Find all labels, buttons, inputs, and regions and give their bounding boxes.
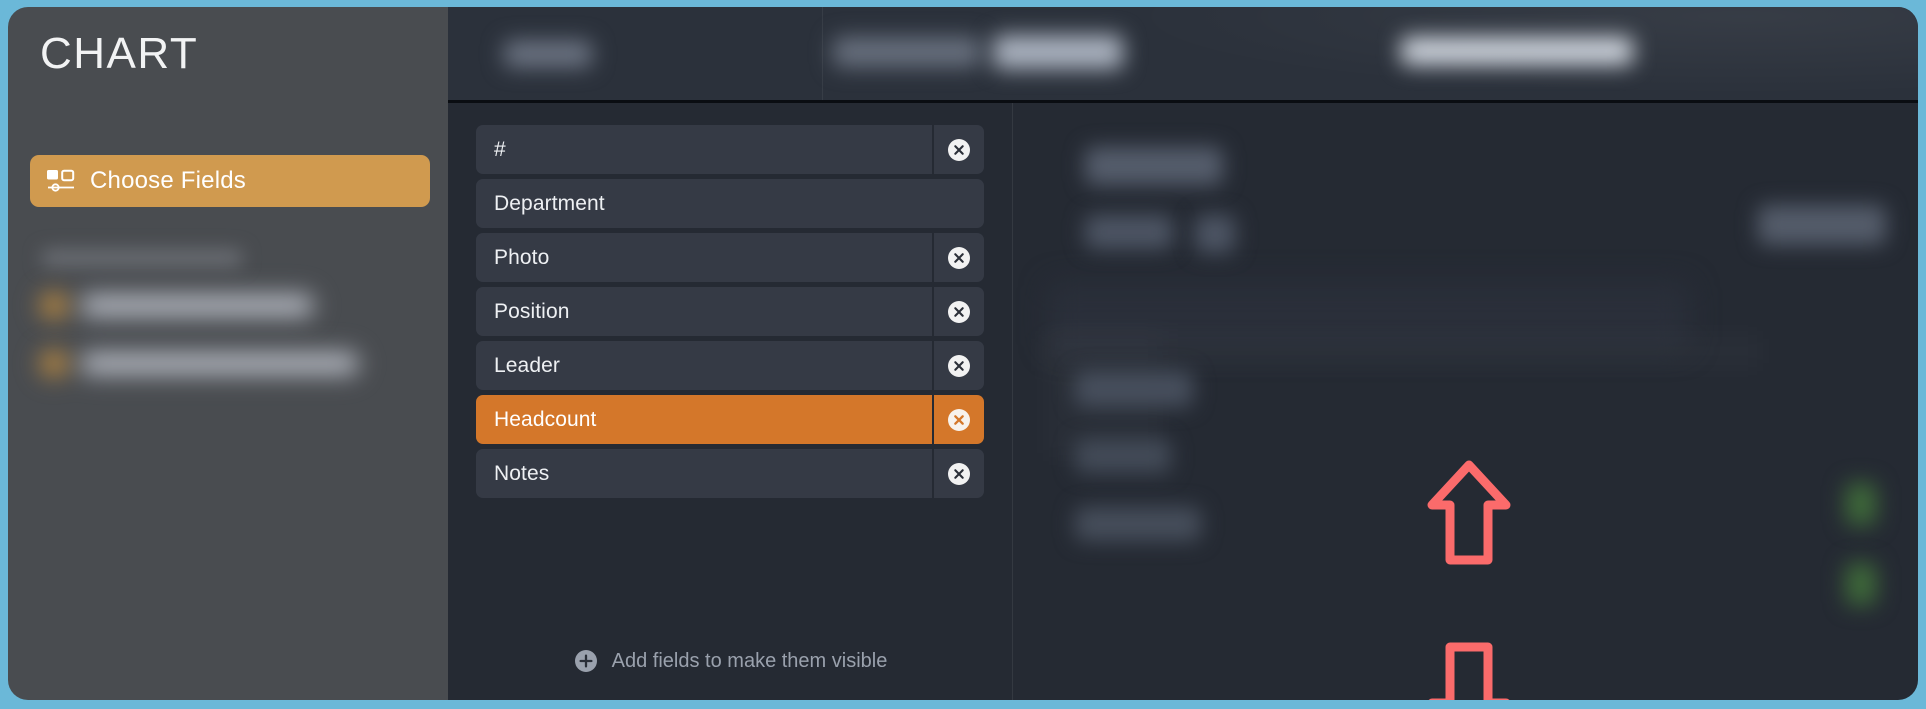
remove-field-button[interactable] [932,341,984,390]
toolbar-button-3[interactable] [993,35,1123,69]
main-area: # Department Photo Position Leader Headc… [448,7,1918,700]
field-label: # [494,137,506,161]
field-row-body[interactable]: Department [476,179,984,228]
content-action[interactable] [1758,205,1886,245]
field-label: Photo [494,245,550,269]
toolbar [448,7,1918,103]
add-fields-button[interactable]: Add fields to make them visible [476,638,985,684]
remove-field-button[interactable] [932,287,984,336]
page-title: CHART [40,29,199,78]
field-row-body[interactable]: Leader [476,341,932,390]
body-area: # Department Photo Position Leader Headc… [448,103,1918,700]
remove-field-button[interactable] [932,125,984,174]
sidebar-section-caption [42,250,242,266]
field-list-panel: # Department Photo Position Leader Headc… [448,103,1013,700]
status-badge-1 [1846,483,1876,525]
content-heading [1085,147,1223,185]
close-circle-icon [948,354,970,377]
remove-field-button[interactable] [932,395,984,444]
field-label: Headcount [494,407,597,431]
field-row-department[interactable]: Department [476,179,984,228]
toolbar-button-2[interactable] [833,37,981,67]
close-circle-icon [948,138,970,161]
close-circle-icon [948,408,970,431]
field-label: Department [494,191,605,215]
field-label: Leader [494,353,560,377]
close-circle-icon [948,246,970,269]
sidebar-item-label [82,353,357,374]
close-circle-icon [948,462,970,485]
choose-fields-label: Choose Fields [90,167,247,194]
field-row-hash[interactable]: # [476,125,984,174]
field-row-body[interactable]: # [476,125,932,174]
field-row-notes[interactable]: Notes [476,449,984,498]
content-label-4 [1075,507,1201,541]
sidebar-item-1[interactable] [42,293,342,318]
field-row-leader[interactable]: Leader [476,341,984,390]
field-row-body[interactable]: Headcount [476,395,932,444]
field-row-body[interactable]: Notes [476,449,932,498]
add-fields-label: Add fields to make them visible [611,649,888,672]
toolbar-button-1[interactable] [504,41,592,67]
field-row-body[interactable]: Position [476,287,932,336]
orange-square-icon [42,352,66,375]
sidebar: CHART Choose Fields [8,7,448,700]
content-label-2 [1075,371,1193,407]
field-row-photo[interactable]: Photo [476,233,984,282]
field-label: Notes [494,461,550,485]
toolbar-divider [822,7,823,100]
remove-field-button[interactable] [932,449,984,498]
detail-content-area [1013,103,1918,700]
app-window: CHART Choose Fields # Department Photo P… [0,0,1926,709]
status-badge-2 [1846,563,1876,605]
content-label-1 [1085,215,1173,249]
choose-fields-button[interactable]: Choose Fields [30,155,430,207]
content-label-3 [1075,439,1171,473]
sidebar-item-label [82,295,312,316]
sidebar-item-2[interactable] [42,351,357,376]
toolbar-button-4[interactable] [1401,37,1633,65]
field-row-headcount[interactable]: Headcount [476,395,984,444]
orange-square-icon [42,294,66,317]
close-circle-icon [948,300,970,323]
field-row-position[interactable]: Position [476,287,984,336]
fields-chart-icon [47,169,75,192]
field-row-body[interactable]: Photo [476,233,932,282]
field-label: Position [494,299,570,323]
remove-field-button[interactable] [932,233,984,282]
plus-circle-icon [574,650,597,672]
content-value-1 [1195,215,1235,253]
